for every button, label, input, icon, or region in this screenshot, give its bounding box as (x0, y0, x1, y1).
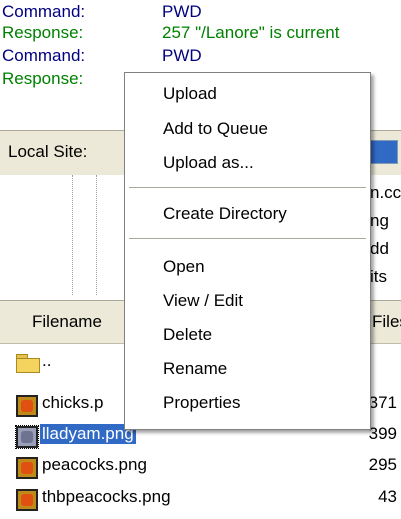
local-site-label: Local Site: (8, 142, 88, 161)
tree-guide-line (72, 175, 73, 295)
tree-item[interactable]: ng (370, 211, 389, 231)
image-file-icon (15, 425, 39, 449)
file-name: lladyam.png (40, 424, 136, 444)
menu-item-add-to-queue[interactable]: Add to Queue (163, 116, 268, 142)
menu-item-delete[interactable]: Delete (163, 322, 212, 348)
tree-item[interactable]: its (370, 267, 387, 287)
tree-guide-line (96, 175, 97, 295)
log-value: PWD (162, 46, 202, 65)
log-key: Command: (2, 2, 86, 21)
file-name: chicks.p (42, 393, 104, 412)
file-size: 371 (368, 393, 397, 412)
image-file-icon (16, 489, 38, 511)
file-size: 295 (368, 455, 397, 474)
log-key: Response: (2, 69, 84, 88)
image-file-icon (16, 457, 38, 479)
file-size: 399 (368, 424, 397, 443)
file-row[interactable]: peacocks.png 295 (0, 452, 401, 483)
menu-separator (129, 238, 366, 239)
file-name: .. (42, 351, 52, 370)
menu-item-upload[interactable]: Upload (163, 81, 217, 107)
folder-icon (16, 354, 40, 373)
column-header-filename[interactable]: Filename (32, 312, 102, 332)
menu-item-properties[interactable]: Properties (163, 390, 240, 416)
context-menu: Upload Add to Queue Upload as... Create … (124, 72, 371, 430)
menu-separator (129, 187, 366, 188)
tree-item[interactable]: n.cc (370, 183, 401, 203)
menu-item-rename[interactable]: Rename (163, 356, 227, 382)
menu-item-create-directory[interactable]: Create Directory (163, 201, 287, 227)
file-row[interactable]: thbpeacocks.png 43 (0, 484, 401, 515)
menu-item-upload-as[interactable]: Upload as... (163, 150, 254, 176)
menu-item-open[interactable]: Open (163, 254, 205, 280)
tree-item[interactable]: dd (370, 239, 389, 259)
image-file-icon (16, 395, 38, 417)
column-header-filesize[interactable]: Files (372, 312, 401, 332)
file-size: 43 (378, 487, 397, 506)
log-value: PWD (162, 2, 202, 21)
log-value: 257 "/Lanore" is current (162, 23, 340, 42)
log-key: Command: (2, 46, 86, 65)
file-name: thbpeacocks.png (42, 487, 171, 506)
file-name: peacocks.png (42, 455, 147, 474)
menu-item-view-edit[interactable]: View / Edit (163, 288, 243, 314)
log-key: Response: (2, 23, 84, 42)
